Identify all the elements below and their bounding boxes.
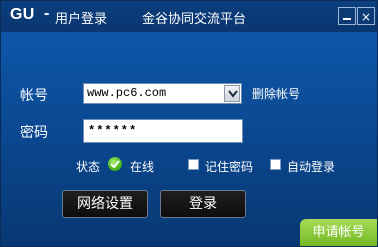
minimize-button[interactable] (338, 7, 356, 25)
title-bar: GU - 用户登录 金谷协同交流平台 × (1, 1, 377, 32)
account-combobox[interactable]: www.pc6.com (83, 83, 242, 104)
apply-account-button[interactable]: 申请帐号 (300, 219, 377, 246)
minimize-icon (343, 18, 351, 20)
status-value: 在线 (130, 160, 155, 174)
password-value: ****** (88, 124, 138, 138)
account-value: www.pc6.com (87, 86, 167, 100)
brand-separator: - (44, 5, 50, 22)
check-icon (110, 160, 120, 168)
close-button[interactable]: × (357, 7, 375, 25)
close-icon: × (360, 10, 372, 24)
password-field[interactable]: ****** (83, 119, 243, 143)
auto-login-label[interactable]: 自动登录 (287, 158, 335, 175)
login-button[interactable]: 登录 (160, 190, 246, 218)
status-label: 状态 (76, 160, 101, 174)
remember-password-checkbox[interactable] (188, 159, 199, 170)
chevron-down-icon (228, 90, 238, 98)
login-window: GU - 用户登录 金谷协同交流平台 × 帐号 www.pc6.com 删除帐号… (0, 0, 378, 247)
account-dropdown-button[interactable] (224, 85, 240, 102)
account-label: 帐号 (20, 88, 48, 104)
window-title: 用户登录 (55, 12, 108, 27)
auto-login-checkbox[interactable] (270, 159, 281, 170)
delete-account-link[interactable]: 删除帐号 (252, 85, 300, 102)
online-status-icon[interactable] (108, 157, 122, 171)
window-subtitle: 金谷协同交流平台 (142, 12, 247, 27)
remember-password-label[interactable]: 记住密码 (205, 158, 253, 175)
password-label: 密码 (20, 125, 48, 141)
brand-logo: GU (10, 6, 35, 23)
network-settings-button[interactable]: 网络设置 (62, 190, 148, 218)
